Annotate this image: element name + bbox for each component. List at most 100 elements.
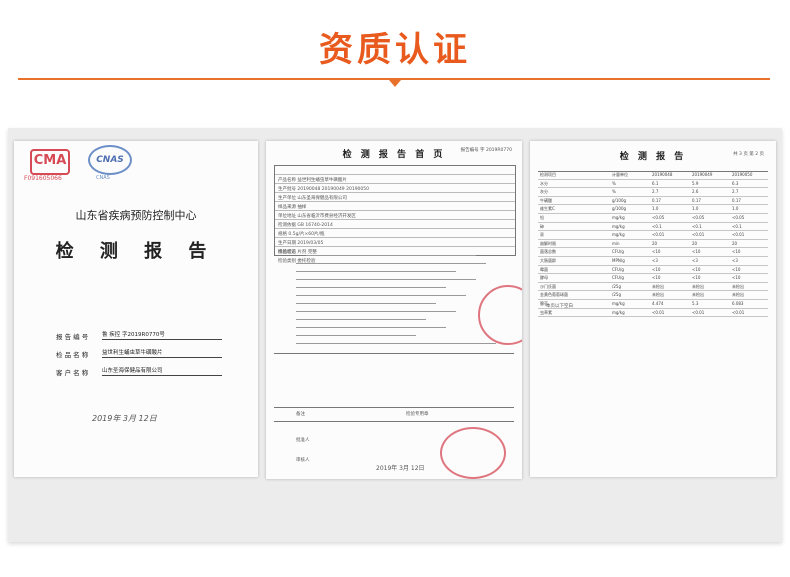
official-seal [440, 427, 506, 479]
cell: 酵母 [540, 275, 548, 281]
cell: 1.0 [652, 206, 659, 212]
field-value-client-name: 山东圣海保健品有限公司 [102, 366, 222, 376]
cell: 虫草素 [540, 309, 552, 315]
table-header-row: 检测项目 计量单位 20190048 20190049 20190050 [538, 171, 768, 180]
cell: 未检出 [652, 283, 664, 289]
field-label-report-no: 报 告 编 号 [56, 333, 89, 341]
signature-date: 2019年 3月 12日 [376, 465, 425, 472]
cnas-logo: CNAS [88, 145, 132, 175]
cell: 大肠菌群 [540, 257, 556, 263]
cell: 汞 [540, 232, 544, 238]
cell: 0.17 [692, 197, 701, 203]
cell: 6.3 [732, 180, 739, 186]
conclusion-line [296, 263, 486, 264]
cell: /25g [612, 292, 621, 298]
grid-row: 检测依据 GB 16740-2014 [278, 223, 333, 228]
cell: 0.17 [732, 197, 741, 203]
results-page-no: 共 3 页 第 2 页 [733, 152, 764, 157]
cell: <0.05 [732, 214, 745, 220]
field-value-report-no: 鲁 疾控 字2019R0770号 [102, 330, 222, 340]
cell: 未检出 [732, 283, 744, 289]
cell: <10 [652, 275, 661, 281]
footer-note-right: 检验专用章 [406, 412, 429, 417]
cell: 水分 [540, 180, 548, 186]
cell: <10 [692, 249, 701, 255]
cell: g/100g [612, 197, 627, 203]
cell: 未检出 [652, 292, 664, 298]
section-divider [274, 421, 514, 422]
table-row: 大肠菌群 MPN/g <3 <3 <3 [538, 257, 768, 266]
cell: <3 [692, 257, 698, 263]
cell: mg/kg [612, 309, 625, 315]
cell: <10 [652, 266, 661, 272]
cell: 6.1 [652, 180, 659, 186]
cell: 0.17 [652, 197, 661, 203]
conclusion-label: 检验结论 [278, 250, 296, 255]
table-row: 崩解时限 min 20 20 20 [538, 240, 768, 249]
cell: 1.0 [732, 206, 739, 212]
conclusion-line [296, 319, 426, 320]
first-page-report-no: 报告编号 字 2019R0770 [460, 148, 512, 153]
report-title: 检 测 报 告 [55, 241, 217, 262]
column-header: 20190050 [732, 172, 753, 177]
column-header: 20190049 [692, 172, 713, 177]
cell: <0.01 [732, 309, 745, 315]
cell: <10 [732, 249, 741, 255]
conclusion-line [306, 255, 476, 256]
results-table: 检测项目 计量单位 20190048 20190049 20190050 水分%… [538, 171, 768, 318]
cell: 未检出 [732, 292, 744, 298]
table-row: 水分% 6.1 5.9 6.3 [538, 180, 768, 189]
cell: mg/kg [612, 232, 625, 238]
report-first-page-document[interactable]: 检 测 报 告 首 页 报告编号 字 2019R0770 产品名称 益世利生蛹虫… [266, 141, 522, 479]
test-results-document[interactable]: 检 测 报 告 共 3 页 第 2 页 检测项目 计量单位 20190048 2… [530, 141, 776, 477]
cell: mg/kg [612, 214, 625, 220]
column-header: 检测项目 [540, 172, 556, 177]
cell: <10 [692, 266, 701, 272]
cell: 砷 [540, 223, 544, 229]
cell: 未检出 [692, 292, 704, 298]
cell: 霉菌 [540, 266, 548, 272]
table-row: 灰分% 2.7 2.6 2.7 [538, 188, 768, 197]
conclusion-line [296, 343, 496, 344]
cell: <10 [652, 249, 661, 255]
cell: 2.7 [652, 189, 659, 195]
cell: g/100g [612, 206, 627, 212]
table-row: 沙门氏菌/25g 未检出 未检出 未检出 [538, 283, 768, 292]
cell: CFU/g [612, 266, 624, 272]
cell: <0.05 [652, 214, 665, 220]
table-row: 维生素C g/100g 1.0 1.0 1.0 [538, 205, 768, 214]
blank-below-note: 本页以下空白 [546, 304, 573, 309]
cell: CFU/g [612, 275, 624, 281]
cell: <3 [652, 257, 658, 263]
cnas-code: CNAS [96, 175, 110, 181]
column-header: 计量单位 [612, 172, 628, 177]
cell: 金黄色葡萄球菌 [540, 292, 568, 298]
cell: 5.3 [692, 300, 699, 306]
cell: 1.0 [692, 206, 699, 212]
divider-arrow-icon [389, 80, 401, 87]
issuing-organization: 山东省疾病预防控制中心 [75, 209, 197, 222]
inspection-stamp [478, 285, 522, 345]
cell: 维生素C [540, 206, 555, 212]
grid-row: 生产单位 山东圣海保健品有限公司 [278, 196, 347, 201]
conclusion-line [296, 271, 456, 272]
footer-note-left: 备注 [296, 412, 305, 417]
conclusion-line [296, 335, 416, 336]
cell: 铅 [540, 214, 544, 220]
cell: 沙门氏菌 [540, 283, 556, 289]
cell: <3 [732, 257, 738, 263]
grid-row: 生产日期 2019/03/05 [278, 241, 324, 246]
cell: % [612, 180, 616, 186]
conclusion-line [296, 279, 476, 280]
section-divider [274, 407, 514, 408]
cell: min [612, 240, 620, 246]
cell: <0.1 [732, 223, 742, 229]
cell: % [612, 189, 616, 195]
report-cover-document[interactable]: CMA CNAS F091605066 CNAS 山东省疾病预防控制中心 检 测… [14, 141, 258, 477]
cell: 6.083 [732, 300, 744, 306]
cell: 2.6 [692, 189, 699, 195]
cell: 4.474 [652, 300, 664, 306]
cell: <0.01 [692, 232, 705, 238]
cell: 5.9 [692, 180, 699, 186]
section-divider [274, 353, 514, 354]
